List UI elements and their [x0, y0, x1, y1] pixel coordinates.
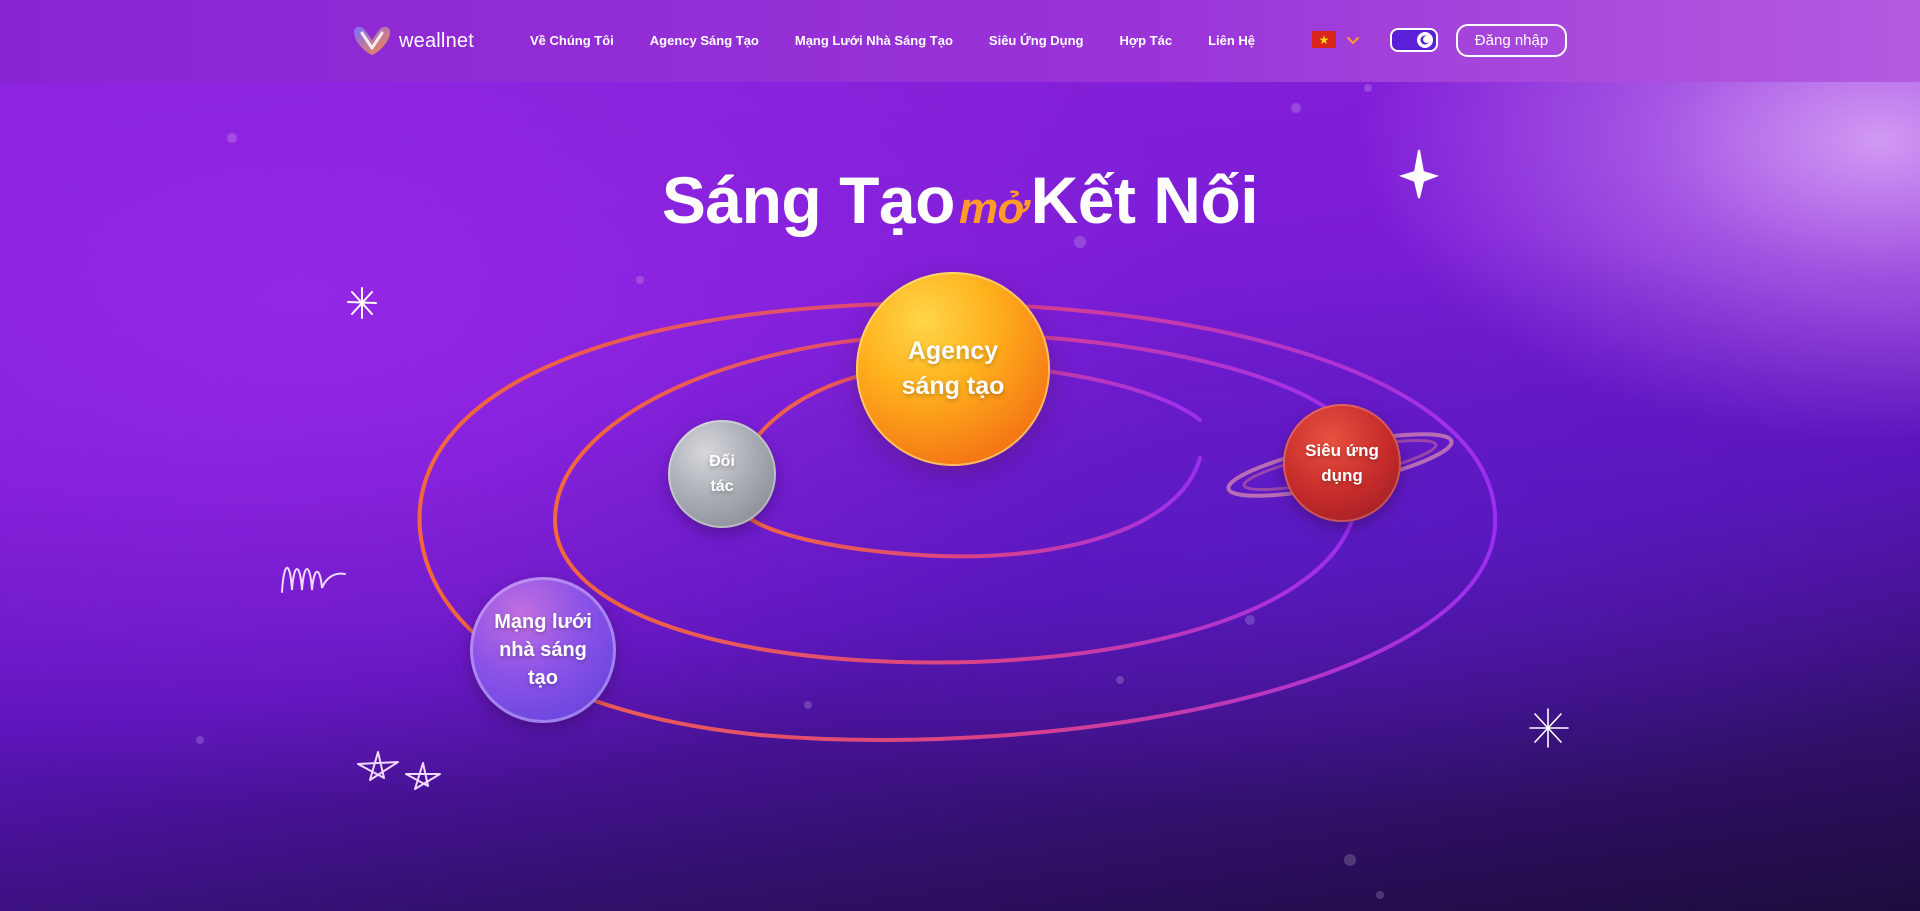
planet-super-app-label-line1: Siêu ứng: [1305, 441, 1379, 460]
planet-super-app[interactable]: Siêu ứng dụng: [1283, 404, 1401, 522]
doodle-wave-icon: [281, 566, 346, 593]
site-header: weallnet Về Chúng Tôi Agency Sáng Tạo Mạ…: [0, 0, 1920, 82]
nav-agency[interactable]: Agency Sáng Tạo: [650, 31, 759, 51]
chevron-down-icon: [1347, 36, 1359, 44]
planet-creator-network-label-line1: Mạng lưới: [494, 611, 592, 633]
hero-title-connector: mở: [958, 184, 1027, 233]
language-selector[interactable]: ★: [1312, 31, 1360, 48]
hero-title: Sáng TạomởKết Nối: [0, 160, 1920, 249]
planet-creator-network[interactable]: Mạng lưới nhà sáng tạo: [470, 577, 616, 723]
main-nav: Về Chúng Tôi Agency Sáng Tạo Mạng Lưới N…: [530, 31, 1291, 51]
hero-title-left: Sáng Tạo: [661, 163, 956, 237]
brand-name: weallnet: [399, 29, 474, 52]
planet-super-app-label-line2: dụng: [1321, 466, 1363, 485]
vietnam-flag-icon: ★: [1312, 31, 1336, 48]
planet-partner-label-line2: tác: [710, 478, 734, 495]
planet-agency-label-line2: sáng tạo: [901, 372, 1005, 400]
nav-creator-network[interactable]: Mạng Lưới Nhà Sáng Tạo: [795, 31, 953, 51]
hero-title-right: Kết Nối: [1030, 163, 1259, 237]
login-button[interactable]: Đăng nhập: [1456, 24, 1567, 57]
theme-toggle[interactable]: [1390, 28, 1438, 52]
brand-logo[interactable]: weallnet: [351, 24, 474, 58]
sparkle-icon: [347, 287, 377, 319]
planet-partner-label-line1: Đối: [709, 453, 735, 470]
doodle-star-icon: [357, 751, 441, 790]
planet-agency[interactable]: Agency sáng tạo: [856, 272, 1050, 466]
weallnet-logo-icon: [354, 26, 390, 55]
planet-creator-network-label-line3: tạo: [528, 667, 558, 689]
nav-contact[interactable]: Liên Hệ: [1208, 31, 1255, 51]
planet-creator-network-label-line2: nhà sáng: [499, 639, 587, 661]
nav-super-app[interactable]: Siêu Ứng Dụng: [989, 31, 1084, 51]
sparkle-icon: [1529, 708, 1569, 748]
nav-about[interactable]: Về Chúng Tôi: [530, 31, 614, 51]
planet-agency-label-line1: Agency: [907, 337, 999, 365]
moon-icon: [1417, 32, 1433, 48]
nav-partnership[interactable]: Hợp Tác: [1119, 31, 1172, 51]
planet-partner[interactable]: Đối tác: [668, 420, 776, 528]
